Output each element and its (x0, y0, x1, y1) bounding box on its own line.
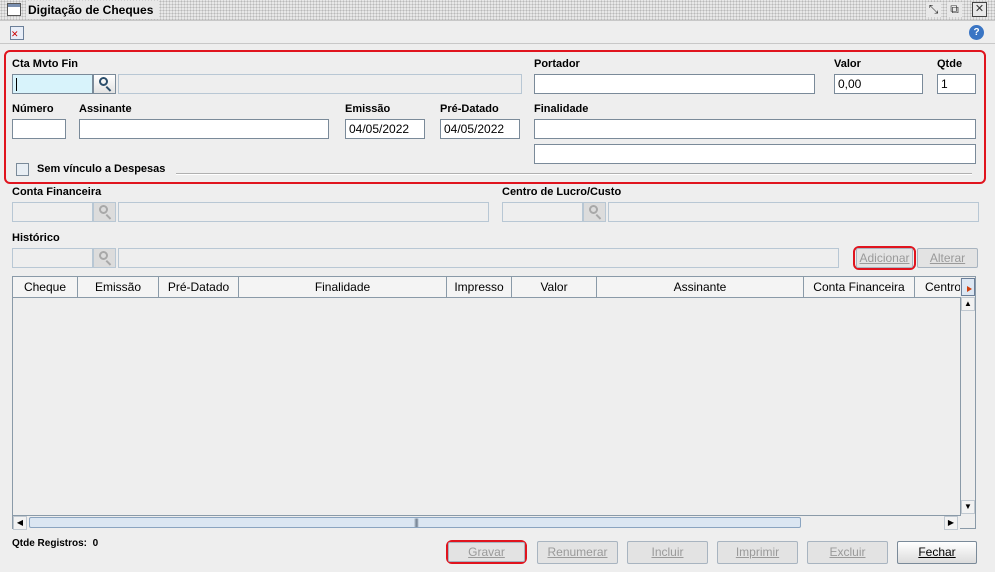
column-chooser-icon[interactable] (961, 278, 975, 296)
column-header-centro[interactable]: Centro (915, 277, 960, 297)
portador-label: Portador (534, 58, 580, 70)
imprimir-button[interactable]: Imprimir (717, 541, 798, 564)
search-icon (99, 77, 108, 86)
conta-financeira-label: Conta Financeira (12, 186, 102, 198)
close-form-icon[interactable] (10, 26, 24, 40)
scroll-up-icon[interactable]: ▲ (961, 297, 975, 311)
restore-icon[interactable]: ⤡ (926, 2, 941, 17)
column-header-pre-datado[interactable]: Pré-Datado (159, 277, 239, 297)
column-header-finalidade[interactable]: Finalidade (239, 277, 447, 297)
column-header-conta-financeira[interactable]: Conta Financeira (804, 277, 915, 297)
centro-lucro-input[interactable] (502, 202, 583, 222)
alterar-button[interactable]: Alterar (917, 248, 978, 268)
gravar-button-label: Gravar (468, 545, 505, 559)
record-count-value: 0 (92, 538, 99, 549)
cta-mvto-fin-input[interactable] (12, 74, 93, 94)
historico-search-button[interactable] (93, 248, 116, 268)
emissao-label: Emissão (345, 103, 391, 115)
historico-label: Histórico (12, 232, 60, 244)
numero-input[interactable] (12, 119, 66, 139)
cta-mvto-fin-description (118, 74, 522, 94)
qtde-input[interactable]: 1 (937, 74, 976, 94)
qtde-label: Qtde (937, 58, 963, 70)
assinante-label: Assinante (79, 103, 132, 115)
close-icon[interactable]: ✕ (972, 2, 987, 17)
finalidade-input-line1[interactable] (534, 119, 976, 139)
finalidade-input-line2[interactable] (534, 144, 976, 164)
finalidade-label: Finalidade (534, 103, 589, 115)
cheques-table[interactable]: Cheque Emissão Pré-Datado Finalidade Imp… (12, 276, 976, 530)
conta-financeira-description (118, 202, 489, 222)
column-header-emissao[interactable]: Emissão (78, 277, 159, 297)
excluir-button[interactable]: Excluir (807, 541, 888, 564)
horizontal-scroll-thumb[interactable]: ||| (29, 517, 801, 528)
search-icon (99, 205, 108, 214)
excluir-button-label: Excluir (829, 545, 866, 559)
window-icon (7, 3, 21, 16)
adicionar-button[interactable]: Adicionar (856, 248, 913, 268)
incluir-button[interactable]: Incluir (627, 541, 708, 564)
imprimir-button-label: Imprimir (735, 545, 780, 559)
pre-datado-label: Pré-Datado (440, 103, 499, 115)
column-header-cheque[interactable]: Cheque (13, 277, 78, 297)
popout-icon[interactable]: ⧉ (947, 2, 962, 17)
column-header-valor[interactable]: Valor (512, 277, 597, 297)
column-header-impresso[interactable]: Impresso (447, 277, 512, 297)
search-icon (99, 251, 108, 260)
centro-lucro-label: Centro de Lucro/Custo (502, 186, 622, 198)
fechar-button-label: Fechar (918, 545, 956, 559)
numero-label: Número (12, 103, 54, 115)
centro-lucro-search-button[interactable] (583, 202, 606, 222)
renumerar-button-label: Renumerar (547, 545, 608, 559)
sem-vinculo-label: Sem vínculo a Despesas (37, 163, 166, 175)
search-icon (589, 205, 598, 214)
renumerar-button[interactable]: Renumerar (537, 541, 618, 564)
conta-financeira-input[interactable] (12, 202, 93, 222)
text-caret (16, 78, 17, 91)
valor-input[interactable]: 0,00 (834, 74, 923, 94)
conta-financeira-search-button[interactable] (93, 202, 116, 222)
incluir-button-label: Incluir (651, 545, 684, 559)
window-title: Digitação de Cheques (26, 1, 160, 19)
scroll-right-icon[interactable]: ▶ (944, 516, 958, 530)
historico-input[interactable] (12, 248, 93, 268)
scroll-left-icon[interactable]: ◀ (13, 516, 27, 530)
cta-mvto-fin-label: Cta Mvto Fin (12, 58, 78, 70)
grip-icon: ||| (414, 517, 419, 527)
gravar-button[interactable]: Gravar (448, 542, 525, 562)
record-count: Qtde Registros: 0 (12, 538, 98, 549)
emissao-input[interactable]: 04/05/2022 (345, 119, 425, 139)
separator (176, 173, 972, 175)
table-header: Cheque Emissão Pré-Datado Finalidade Imp… (13, 277, 960, 298)
horizontal-scrollbar[interactable]: ◀ ||| ▶ (13, 515, 960, 530)
adicionar-button-label: Adicionar (859, 251, 910, 265)
historico-description (118, 248, 839, 268)
alterar-button-label: Alterar (929, 251, 966, 265)
help-icon[interactable]: ? (969, 25, 984, 40)
cta-mvto-fin-search-button[interactable] (93, 74, 116, 94)
column-header-assinante[interactable]: Assinante (597, 277, 804, 297)
toolbar (0, 22, 995, 44)
scroll-down-icon[interactable]: ▼ (961, 500, 975, 514)
fechar-button[interactable]: Fechar (897, 541, 977, 564)
pre-datado-input[interactable]: 04/05/2022 (440, 119, 520, 139)
record-count-label: Qtde Registros: (12, 538, 88, 549)
valor-label: Valor (834, 58, 861, 70)
vertical-scrollbar[interactable]: ▲ ▼ (960, 297, 975, 516)
centro-lucro-description (608, 202, 979, 222)
assinante-input[interactable] (79, 119, 329, 139)
sem-vinculo-checkbox[interactable] (16, 163, 29, 176)
portador-input[interactable] (534, 74, 815, 94)
